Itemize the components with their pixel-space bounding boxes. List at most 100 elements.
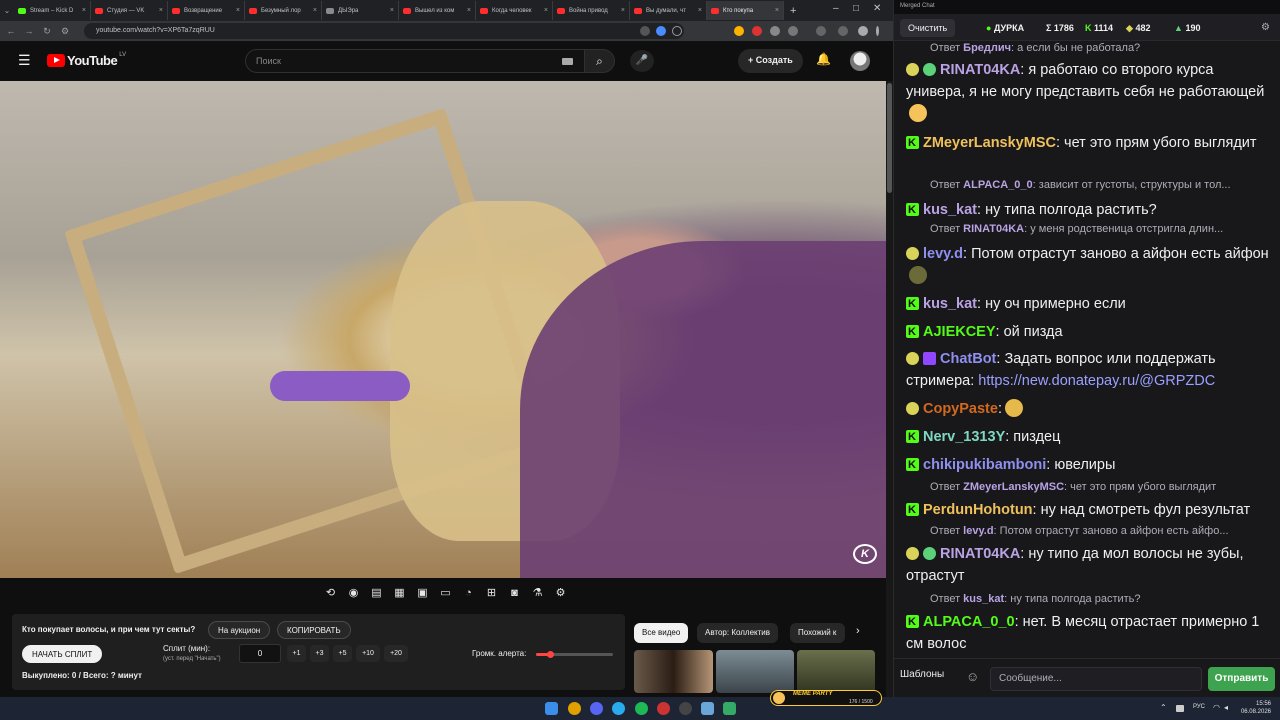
screenshot-camera-icon[interactable]: ◙ [506,585,523,602]
tab-close-icon[interactable]: × [467,7,471,14]
tab-close-icon[interactable]: × [82,7,86,14]
chip-similar[interactable]: Похожий к [790,623,845,643]
chat-username[interactable]: ZMeyerLanskyMSC [923,135,1056,151]
app-icon[interactable] [701,702,714,715]
speed-icon[interactable]: ◔ [460,585,477,602]
clear-chat-button[interactable]: Очистить [900,19,956,37]
tab-close-icon[interactable]: × [698,7,702,14]
microphone-icon[interactable]: 🎤 [630,50,654,72]
chip-author[interactable]: Автор: Коллектив [697,623,779,643]
minimize-icon[interactable]: – [833,3,839,14]
reply-username[interactable]: ZMeyerLanskyMSC [963,481,1064,493]
browser-tab[interactable]: Война привод × [553,1,630,20]
search-icon[interactable]: ⌕ [585,49,615,73]
scrollbar-thumb[interactable] [887,83,892,193]
maximize-icon[interactable]: □ [853,3,859,14]
add-box-icon[interactable]: ⊞ [483,585,500,602]
emoji-icon[interactable]: ☺ [966,669,979,684]
chat-username[interactable]: PerdunHohotun [923,502,1033,518]
chat-username[interactable]: kus_kat [923,296,977,312]
templates-button[interactable]: Шаблоны [900,669,944,680]
hamburger-menu-icon[interactable]: ☰ [18,52,31,69]
obs-icon[interactable] [679,702,692,715]
extension-icon[interactable] [752,26,762,36]
browser-tab[interactable]: Кто покупа × [707,1,784,20]
bookmark-star-icon[interactable] [672,26,682,36]
new-tab-button[interactable]: + [790,5,796,17]
extension-icon[interactable] [734,26,744,36]
split-view-icon[interactable] [838,26,848,36]
create-button[interactable]: + Создать [738,49,803,73]
cinema-mode-icon[interactable]: ▭ [437,585,454,602]
auction-button[interactable]: На аукцион [208,621,271,639]
tab-close-icon[interactable]: × [390,7,394,14]
reply-username[interactable]: kus_kat [963,593,1004,605]
chat-settings-gear-icon[interactable]: ⚙ [1261,22,1270,33]
wifi-icon[interactable]: ◠ [1213,703,1220,712]
chat-username[interactable]: kus_kat [923,202,977,218]
volume-icon[interactable]: ◂ [1224,703,1228,712]
chat-username[interactable]: ALPACA_0_0 [923,614,1015,630]
related-video-thumbnail[interactable] [797,650,875,693]
add-3-button[interactable]: +3 [310,645,329,662]
add-5-button[interactable]: +5 [333,645,352,662]
add-10-button[interactable]: +10 [356,645,380,662]
chat-username[interactable]: Nerv_1313Y [923,429,1005,445]
app-icon[interactable] [723,702,736,715]
youtube-logo[interactable]: YouTube LV [47,52,126,68]
browser-tab[interactable]: Безумный лор × [245,1,322,20]
chat-link[interactable]: https://new.donatepay.ru/@GRPZDC [978,373,1215,389]
browser-tab[interactable]: Вышел из ком × [399,1,476,20]
chip-all-videos[interactable]: Все видео [634,623,689,643]
tray-app-icon[interactable] [1176,705,1184,712]
download-icon[interactable] [816,26,826,36]
search-input[interactable]: Поиск [245,49,585,73]
chat-username[interactable]: CopyPaste [923,401,998,417]
keyboard-icon[interactable] [562,58,573,65]
close-window-icon[interactable]: ✕ [873,3,881,14]
profile-icon[interactable] [858,26,868,36]
chat-username[interactable]: RINAT04KA [940,546,1020,562]
tab-close-icon[interactable]: × [775,7,779,14]
reply-username[interactable]: levy.d [963,525,993,537]
equalizer-icon[interactable]: ▤ [368,585,385,602]
chat-message-input[interactable]: Сообщение... [990,667,1202,691]
chips-next-chevron-icon[interactable]: › [856,625,860,637]
add-20-button[interactable]: +20 [384,645,408,662]
clock[interactable]: 15:56 06.08.2026 [1241,700,1271,716]
chat-username[interactable]: AJIEKCEY [923,324,996,340]
clapperboard-icon[interactable]: ▦ [391,585,408,602]
windows-start-icon[interactable] [545,702,558,715]
copy-button[interactable]: КОПИРОВАТЬ [277,621,351,639]
avatar[interactable] [850,51,870,71]
video-player[interactable]: K [0,81,886,578]
reply-username[interactable]: ALPACA_0_0 [963,179,1033,191]
reply-username[interactable]: Бредлич [963,42,1011,54]
send-button[interactable]: Отправить [1208,667,1275,691]
browser-tab[interactable]: Вы думали, чт × [630,1,707,20]
language-indicator[interactable]: РУС [1193,704,1205,710]
spotify-icon[interactable] [635,702,648,715]
chrome-icon[interactable] [568,702,581,715]
related-video-thumbnail[interactable] [634,650,713,693]
tab-close-icon[interactable]: × [236,7,240,14]
start-split-button[interactable]: НАЧАТЬ СПЛИТ [22,645,103,663]
zoom-icon[interactable] [640,26,650,36]
notifications-bell-icon[interactable]: 🔔 [816,52,831,66]
app-icon[interactable] [657,702,670,715]
browser-tab[interactable]: Возвращение × [168,1,245,20]
browser-tab[interactable]: ДЫЭра × [322,1,399,20]
puzzle-icon[interactable] [788,26,798,36]
chat-username[interactable]: chikipukibamboni [923,457,1046,473]
chat-username[interactable]: ChatBot [940,351,996,367]
split-minutes-input[interactable]: 0 [239,644,281,663]
tab-close-icon[interactable]: × [313,7,317,14]
browser-tab[interactable]: Когда человек × [476,1,553,20]
tab-close-icon[interactable]: × [621,7,625,14]
back-icon[interactable]: ← [4,26,18,36]
site-info-icon[interactable]: ⚙ [58,26,72,37]
tab-search-icon[interactable]: ⌄ [0,6,14,15]
audio-icon[interactable]: ◉ [345,585,362,602]
loop-icon[interactable]: ⟲ [322,585,339,602]
forward-icon[interactable]: → [22,26,36,36]
